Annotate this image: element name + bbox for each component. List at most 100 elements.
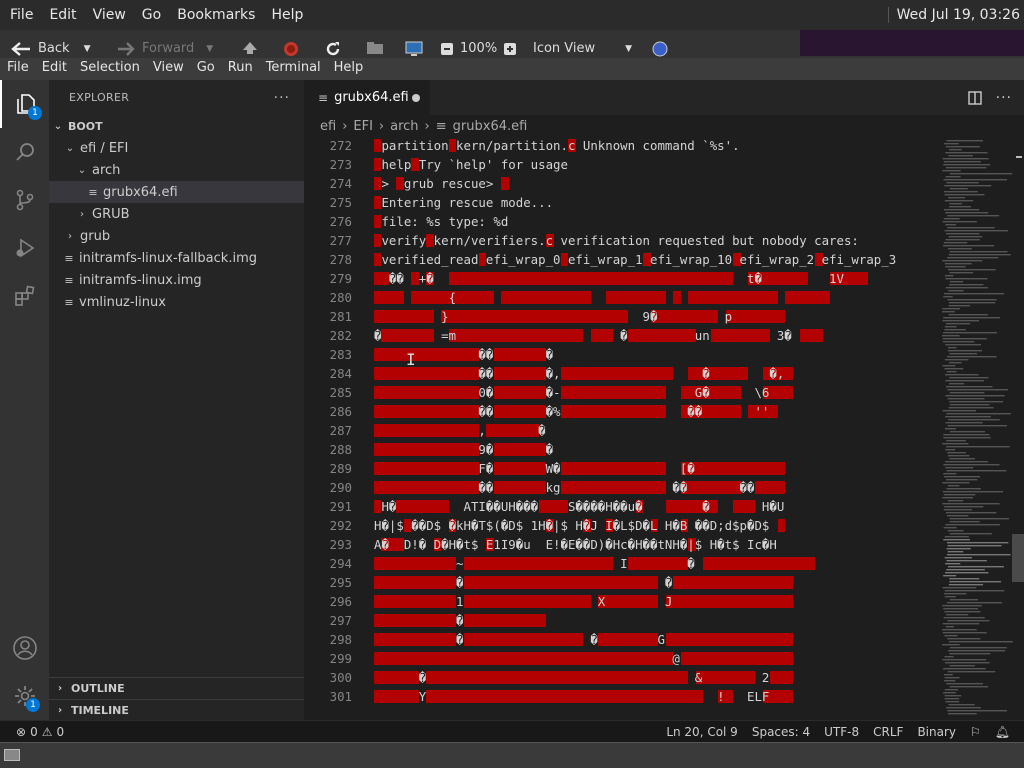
back-dropdown-icon[interactable]: ▼ (84, 44, 91, 54)
system-menu-go[interactable]: Go (134, 0, 169, 30)
tree-folder[interactable]: › grub (49, 225, 304, 247)
line-number: 276 (329, 214, 352, 229)
forward-dropdown-icon[interactable]: ▼ (206, 44, 213, 54)
menu-terminal[interactable]: Terminal (259, 58, 327, 80)
manage-activity[interactable]: 1 (0, 672, 49, 720)
code-line[interactable]: { (374, 288, 934, 307)
system-menu-view[interactable]: View (85, 0, 134, 30)
code-line[interactable]: A� D!� D�H�t$ E1I9�u E!�E��D)�Hc�H��tNH�… (374, 535, 934, 554)
tree-folder[interactable]: ⌄ efi / EFI (49, 137, 304, 159)
explorer-root-boot[interactable]: ⌄ BOOT (49, 115, 304, 137)
system-menu-edit[interactable]: Edit (41, 0, 84, 30)
menu-view[interactable]: View (146, 58, 190, 80)
code-line[interactable]: } 9� p (374, 307, 934, 326)
zoom-control[interactable]: 100% (440, 41, 517, 56)
tree-file[interactable]: ≡ initramfs-linux.img (49, 269, 304, 291)
accounts-activity[interactable] (0, 624, 49, 672)
minimap-line (942, 443, 969, 445)
code-line[interactable]: F� W� [� (374, 459, 934, 478)
code-lines[interactable]: partition kern/partition.c Unknown comma… (374, 136, 934, 706)
tree-file[interactable]: ≡ vmlinuz-linux (49, 291, 304, 313)
code-line[interactable]: file: %s type: %d (374, 212, 934, 231)
code-line[interactable]: H�|$ ��D$ �kH�T$(�D$ 1H�|$ H�J I�L$D�L H… (374, 516, 934, 535)
feedback-icon[interactable]: ⚐ (970, 725, 981, 739)
forward-button[interactable]: Forward ▼ (116, 41, 213, 56)
code-line[interactable]: H� ATI��UH��� S����H��u� � H�U (374, 497, 934, 516)
home-icon[interactable] (366, 41, 384, 55)
clock[interactable]: Wed Jul 19, 03:26 (887, 7, 1020, 23)
stop-icon[interactable] (283, 41, 299, 57)
breadcrumb-item[interactable]: grubx64.efi (453, 119, 528, 134)
code-view[interactable]: 272 273 274 275 276 277 278 279 280 281 282 283 284 2… (304, 136, 936, 720)
system-menu-file[interactable]: File (2, 0, 41, 30)
more-actions-icon[interactable]: ··· (996, 90, 1012, 106)
code-line[interactable]: verified_read efi_wrap_0 efi_wrap_1 efi_… (374, 250, 934, 269)
code-line[interactable]: Entering rescue mode... (374, 193, 934, 212)
code-line[interactable]: verify kern/verifiers.c verification req… (374, 231, 934, 250)
menu-go[interactable]: Go (190, 58, 221, 80)
language-mode[interactable]: Binary (917, 725, 956, 739)
minimap[interactable] (940, 136, 1024, 720)
code-line[interactable]: > grub rescue> (374, 174, 934, 193)
menu-file[interactable]: File (0, 58, 35, 80)
code-line[interactable]: �� �% �� '' (374, 402, 934, 421)
code-line[interactable]: �� �, � �, (374, 364, 934, 383)
system-menu-bookmarks[interactable]: Bookmarks (169, 0, 263, 30)
code-line[interactable]: @ (374, 649, 934, 668)
split-editor-icon[interactable] (967, 91, 982, 105)
code-line[interactable]: � � G (374, 630, 934, 649)
notifications-bell-icon[interactable]: 🔔︎ (995, 725, 1010, 739)
tree-file[interactable]: ≡ grubx64.efi (49, 181, 304, 203)
search-activity[interactable] (0, 128, 49, 176)
extensions-activity[interactable] (0, 272, 49, 320)
up-icon[interactable] (242, 41, 258, 55)
search-globe-icon[interactable] (652, 41, 668, 57)
timeline-section[interactable]: › TIMELINE (49, 699, 304, 721)
source-control-activity[interactable] (0, 176, 49, 224)
code-line[interactable]: �� kg �� �� (374, 478, 934, 497)
menu-help[interactable]: Help (327, 58, 370, 80)
menu-edit[interactable]: Edit (35, 58, 73, 80)
view-mode-select[interactable]: Icon View ▼ (533, 41, 632, 56)
code-line[interactable]: � & 2 (374, 668, 934, 687)
tree-folder[interactable]: ⌄ arch (49, 159, 304, 181)
breadcrumb-item[interactable]: EFI (353, 119, 373, 134)
code-line[interactable]: � =m � un 3� (374, 326, 934, 345)
run-debug-activity[interactable] (0, 224, 49, 272)
code-line[interactable]: 1 X J (374, 592, 934, 611)
breadcrumb-item[interactable]: arch (390, 119, 418, 134)
end-of-line[interactable]: CRLF (873, 725, 903, 739)
code-line[interactable]: Y ! ELF (374, 687, 934, 706)
back-button[interactable]: Back ▼ (10, 41, 90, 56)
unsaved-dot-icon[interactable] (412, 93, 420, 102)
explorer-more-icon[interactable]: ··· (274, 90, 290, 106)
problems-indicator[interactable]: ⊗ 0 ⚠ 0 (16, 725, 64, 739)
computer-icon[interactable] (405, 41, 423, 57)
code-line[interactable]: 9� � (374, 440, 934, 459)
system-menu-help[interactable]: Help (263, 0, 311, 30)
tab-grubx64-efi[interactable]: ≡ grubx64.efi (304, 80, 430, 115)
menu-run[interactable]: Run (221, 58, 259, 80)
cursor-position[interactable]: Ln 20, Col 9 (666, 725, 738, 739)
code-line[interactable]: �� � (374, 345, 934, 364)
tree-folder[interactable]: › GRUB (49, 203, 304, 225)
menu-selection[interactable]: Selection (73, 58, 146, 80)
line-number: 283 (329, 347, 352, 362)
code-line[interactable]: �� +� t� 1V (374, 269, 934, 288)
code-line[interactable]: help Try `help' for usage (374, 155, 934, 174)
code-line[interactable]: � � (374, 573, 934, 592)
tree-file[interactable]: ≡ initramfs-linux-fallback.img (49, 247, 304, 269)
breadcrumb-item[interactable]: efi (320, 119, 336, 134)
encoding[interactable]: UTF-8 (824, 725, 859, 739)
code-line[interactable]: � (374, 611, 934, 630)
outline-section[interactable]: › OUTLINE (49, 677, 304, 699)
show-desktop-icon[interactable] (4, 749, 20, 761)
code-line[interactable]: , � (374, 421, 934, 440)
tree-label: efi / EFI (80, 140, 129, 156)
code-line[interactable]: ~ I � (374, 554, 934, 573)
code-line[interactable]: partition kern/partition.c Unknown comma… (374, 136, 934, 155)
reload-icon[interactable] (325, 41, 341, 57)
indentation[interactable]: Spaces: 4 (752, 725, 810, 739)
explorer-activity[interactable]: 1 (0, 80, 49, 128)
code-line[interactable]: 0� �- G� \6 (374, 383, 934, 402)
